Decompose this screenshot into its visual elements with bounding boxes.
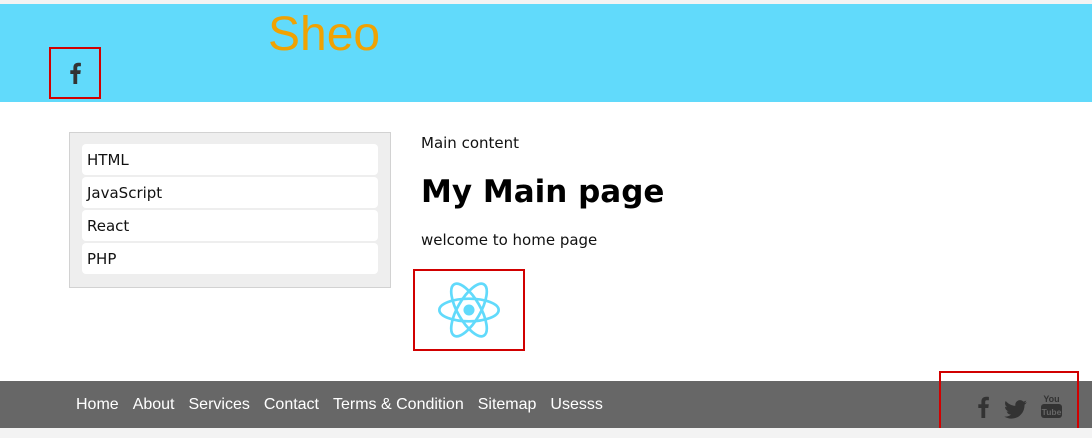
react-logo-icon xyxy=(438,282,500,338)
page-title: My Main page xyxy=(421,174,665,210)
svg-text:Tube: Tube xyxy=(1042,407,1062,417)
footer-link-home[interactable]: Home xyxy=(76,396,119,414)
sidebar-list: HTML JavaScript React PHP xyxy=(82,144,378,274)
main-content-label: Main content xyxy=(421,134,520,152)
sidebar-item-php[interactable]: PHP xyxy=(82,243,378,274)
facebook-icon xyxy=(70,62,81,84)
footer-link-contact[interactable]: Contact xyxy=(264,396,319,414)
brand-logo-text[interactable]: Sheo xyxy=(268,6,380,64)
sidebar-item-html[interactable]: HTML xyxy=(82,144,378,175)
youtube-icon[interactable]: You Tube xyxy=(1040,393,1063,419)
bottom-strip xyxy=(0,428,1092,438)
footer-nav: Home About Services Contact Terms & Cond… xyxy=(76,381,617,428)
footer-link-sitemap[interactable]: Sitemap xyxy=(478,396,537,414)
footer-link-usesss[interactable]: Usesss xyxy=(550,396,602,414)
welcome-text: welcome to home page xyxy=(421,231,598,249)
header-facebook-link[interactable] xyxy=(49,47,101,99)
sidebar-item-react[interactable]: React xyxy=(82,210,378,241)
react-logo-container xyxy=(413,269,525,351)
footer-link-services[interactable]: Services xyxy=(189,396,250,414)
site-footer: Home About Services Contact Terms & Cond… xyxy=(0,381,1092,428)
footer-social-links: You Tube xyxy=(939,371,1079,430)
twitter-icon[interactable] xyxy=(1004,400,1027,419)
sidebar-item-javascript[interactable]: JavaScript xyxy=(82,177,378,208)
sidebar: HTML JavaScript React PHP xyxy=(69,132,391,288)
footer-link-terms[interactable]: Terms & Condition xyxy=(333,396,464,414)
site-header: Sheo xyxy=(0,4,1092,102)
footer-link-about[interactable]: About xyxy=(133,396,175,414)
facebook-icon[interactable] xyxy=(976,396,990,418)
main-content: Main content My Main page welcome to hom… xyxy=(413,134,1061,351)
svg-text:You: You xyxy=(1043,394,1059,404)
